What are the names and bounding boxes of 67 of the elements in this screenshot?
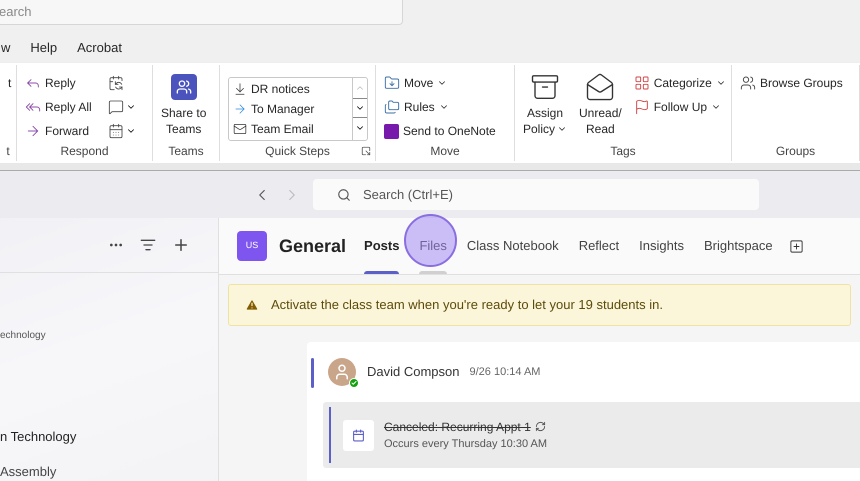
sidebar-item[interactable]: n Technology (0, 427, 218, 446)
meeting-title: Canceled: Recurring Appt 1 (384, 418, 531, 436)
ribbon-button[interactable]: Reply All (21, 95, 96, 119)
quick-step-item[interactable]: To Manager (229, 99, 352, 119)
channel-tab[interactable]: Reflect (568, 218, 630, 274)
sidebar-item[interactable]: echnology (0, 328, 218, 343)
ribbon-button[interactable]: Send to OneNote (380, 119, 500, 141)
post-author: David Compson (367, 363, 460, 382)
ribbon-button[interactable]: Follow Up (630, 95, 730, 119)
ribbon-button[interactable]: t (4, 71, 16, 95)
meeting-card[interactable]: Canceled: Recurring Appt 1 Occurs every Thursday 10:30 AM (323, 402, 860, 468)
ribbon-button[interactable]: Browse Groups (736, 71, 847, 95)
quick-step-icon (233, 122, 247, 136)
group-label: Quick Steps (265, 143, 330, 160)
search-icon (337, 188, 351, 202)
teams-logo-icon (170, 74, 197, 100)
ribbon-button[interactable]: Categorize (630, 71, 730, 95)
filter-icon[interactable] (140, 237, 156, 253)
ribbon-large-button[interactable]: Unread/ Read (575, 69, 626, 137)
sidebar-item[interactable]: Assembly (0, 462, 218, 481)
envelope-icon (585, 72, 616, 102)
quick-step-icon (233, 82, 247, 96)
channel-tab[interactable]: Posts (354, 218, 410, 274)
menu-item[interactable]: Help (30, 38, 58, 57)
warning-icon (245, 298, 259, 312)
quick-step-item[interactable]: DR notices (229, 79, 352, 99)
group-label: Teams (168, 143, 204, 160)
notice-text: Activate the class team when you're ready to let your 19 students in. (271, 296, 663, 314)
channel-tab[interactable]: Class Notebook (456, 218, 569, 274)
ribbon-button[interactable]: Reply (21, 71, 96, 95)
cabinet-icon (530, 72, 560, 102)
group-label: Move (430, 143, 460, 160)
channel-tab[interactable]: Insights (629, 218, 694, 274)
team-avatar: US (237, 231, 267, 261)
ribbon-large-button[interactable]: Share to Teams (157, 69, 210, 137)
group-label: t (6, 143, 10, 160)
ribbon-icon (634, 99, 650, 115)
ribbon-button[interactable]: Forward (21, 119, 96, 141)
menu-item[interactable]: w (0, 38, 10, 57)
search-field[interactable]: Search (Ctrl+E) (363, 184, 663, 204)
dialog-launcher-icon[interactable] (361, 146, 371, 156)
group-label: Respond (60, 143, 109, 160)
group-label: Tags (610, 143, 636, 160)
group-label: Groups (776, 143, 816, 160)
person-silhouette-icon (333, 363, 351, 381)
add-tab-icon[interactable] (788, 238, 804, 254)
post-time: 9/26 10:14 AM (470, 364, 540, 380)
scroll-down-icon[interactable] (353, 98, 367, 118)
channel-title: General (279, 234, 346, 258)
calendar-icon (343, 420, 374, 450)
search-bar[interactable]: Search (Ctrl+E) (313, 179, 759, 210)
ribbon-icon (25, 123, 41, 139)
ribbon-button[interactable]: Rules (380, 95, 500, 119)
onenote-icon (384, 124, 399, 138)
add-icon[interactable] (172, 236, 190, 254)
quick-step-item[interactable]: Team Email (229, 119, 352, 139)
ribbon-icon (384, 75, 400, 91)
ribbon-large-button[interactable]: Assign Policy (519, 69, 572, 137)
channel-tab[interactable]: Brightspace (694, 218, 783, 274)
ribbon-button[interactable]: Move (380, 71, 500, 95)
menu-item[interactable]: Acrobat (77, 38, 122, 57)
ribbon-icon (384, 99, 400, 115)
quick-step-icon (233, 102, 247, 116)
meeting-schedule: Occurs every Thursday 10:30 AM (384, 436, 548, 452)
ribbon-icon (740, 75, 756, 91)
click-highlight (404, 214, 457, 267)
ribbon-icon (634, 75, 650, 91)
